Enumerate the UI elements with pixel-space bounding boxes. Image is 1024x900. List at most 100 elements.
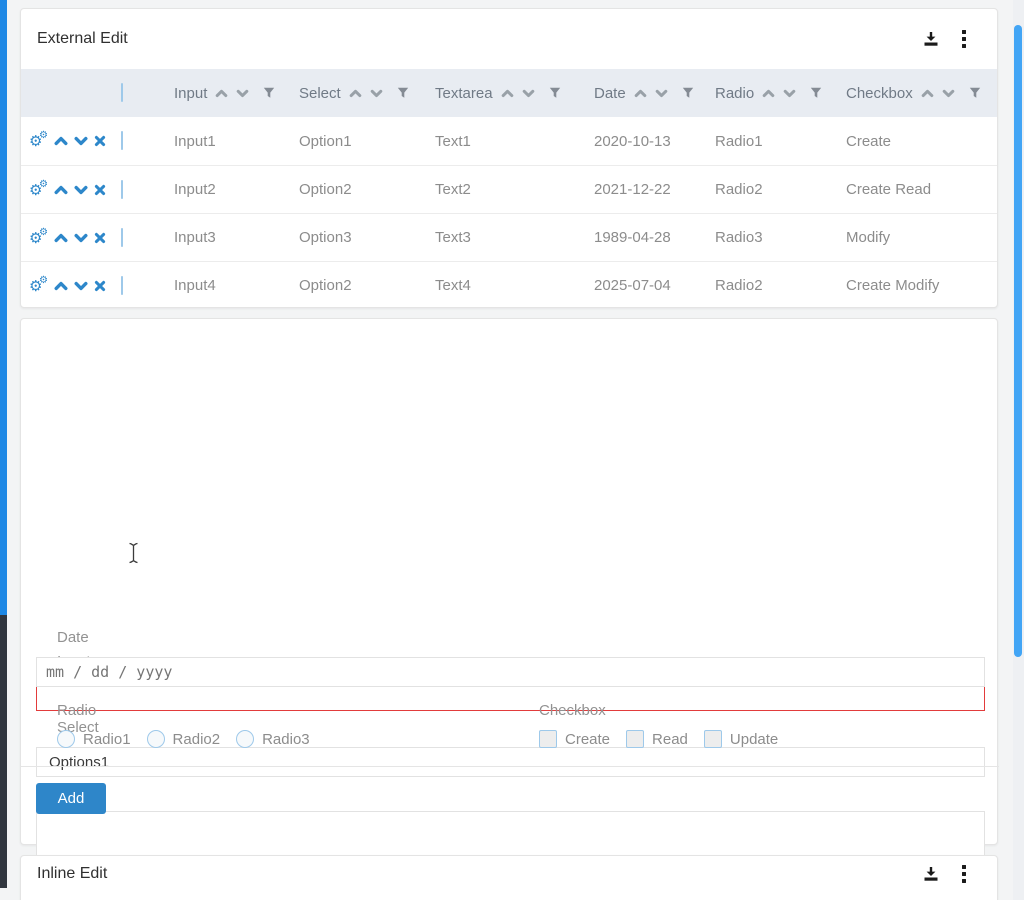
external-edit-header: External Edit	[21, 9, 997, 69]
card-title: External Edit	[37, 30, 128, 48]
cell-radio: Radio3	[715, 229, 846, 246]
filter-icon[interactable]	[263, 87, 275, 99]
cell-date: 1989-04-28	[594, 229, 715, 246]
move-up-icon[interactable]	[54, 280, 68, 292]
row-checkbox[interactable]	[121, 180, 123, 199]
cell-select: Option2	[299, 277, 435, 294]
left-appbar-edge	[0, 0, 7, 615]
delete-x-icon[interactable]	[94, 232, 106, 244]
select-field[interactable]: Options1	[36, 747, 985, 777]
move-up-icon[interactable]	[54, 184, 68, 196]
checkbox-group-label: Checkbox	[539, 702, 606, 719]
select-all-cell	[121, 84, 174, 102]
move-up-icon[interactable]	[54, 135, 68, 147]
move-down-icon[interactable]	[74, 280, 88, 292]
cell-input: Input3	[174, 229, 299, 246]
cell-radio: Radio2	[715, 277, 846, 294]
row-checkbox[interactable]	[121, 228, 123, 247]
kebab-menu-icon[interactable]	[955, 862, 973, 886]
move-down-icon[interactable]	[74, 135, 88, 147]
sort-asc-icon[interactable]	[921, 88, 934, 99]
sort-desc-icon[interactable]	[942, 88, 955, 99]
inline-edit-header: Inline Edit	[21, 856, 997, 900]
sort-desc-icon[interactable]	[783, 88, 796, 99]
card-title: Inline Edit	[37, 865, 107, 883]
cell-radio: Radio2	[715, 181, 846, 198]
cell-input: Input4	[174, 277, 299, 294]
add-button[interactable]: Add	[36, 783, 106, 814]
column-header-checkbox: Checkbox	[846, 85, 999, 102]
cell-select: Option2	[299, 181, 435, 198]
settings-cogs-icon[interactable]: ⚙⚙	[29, 132, 48, 150]
cell-date: 2025-07-04	[594, 277, 715, 294]
cell-textarea: Text4	[435, 277, 594, 294]
filter-icon[interactable]	[810, 87, 822, 99]
cell-checkbox: Create	[846, 133, 999, 150]
sort-asc-icon[interactable]	[501, 88, 514, 99]
radio-radio2[interactable]	[147, 730, 165, 748]
cell-checkbox: Modify	[846, 229, 999, 246]
checkbox-group: Create Read Update	[539, 730, 778, 748]
settings-cogs-icon[interactable]: ⚙⚙	[29, 181, 48, 199]
settings-cogs-icon[interactable]: ⚙⚙	[29, 277, 48, 295]
radio-radio1[interactable]	[57, 730, 75, 748]
cell-date: 2021-12-22	[594, 181, 715, 198]
radio-group-label: Radio	[57, 702, 96, 719]
delete-x-icon[interactable]	[94, 184, 106, 196]
cell-date: 2020-10-13	[594, 133, 715, 150]
select-all-checkbox[interactable]	[121, 83, 123, 102]
cell-checkbox: Create Modify	[846, 277, 999, 294]
checkbox-read[interactable]	[626, 730, 644, 748]
sort-desc-icon[interactable]	[236, 88, 249, 99]
sort-asc-icon[interactable]	[762, 88, 775, 99]
table-body: ⚙⚙ Input1 Option1 Text1 2020-10-13 Radio…	[21, 117, 997, 309]
kebab-menu-icon[interactable]	[955, 27, 973, 51]
filter-icon[interactable]	[682, 87, 694, 99]
row-actions: ⚙⚙	[21, 181, 121, 199]
table-row: ⚙⚙ Input4 Option2 Text4 2025-07-04 Radio…	[21, 261, 997, 309]
cell-select: Option1	[299, 133, 435, 150]
settings-cogs-icon[interactable]: ⚙⚙	[29, 229, 48, 247]
external-edit-card: External Edit Input	[20, 8, 998, 308]
move-down-icon[interactable]	[74, 184, 88, 196]
column-header-textarea: Textarea	[435, 85, 594, 102]
radio-radio3[interactable]	[236, 730, 254, 748]
row-checkbox[interactable]	[121, 131, 123, 150]
sort-asc-icon[interactable]	[349, 88, 362, 99]
filter-icon[interactable]	[397, 87, 409, 99]
download-icon[interactable]	[919, 862, 943, 886]
filter-icon[interactable]	[969, 87, 981, 99]
column-header-select: Select	[299, 85, 435, 102]
cell-input: Input1	[174, 133, 299, 150]
checkbox-create[interactable]	[539, 730, 557, 748]
sort-asc-icon[interactable]	[215, 88, 228, 99]
scrollbar-thumb[interactable]	[1014, 25, 1022, 657]
sort-desc-icon[interactable]	[370, 88, 383, 99]
inline-edit-card: Inline Edit	[20, 855, 998, 900]
cell-input: Input2	[174, 181, 299, 198]
row-checkbox[interactable]	[121, 276, 123, 295]
table-row: ⚙⚙ Input2 Option2 Text2 2021-12-22 Radio…	[21, 165, 997, 213]
move-up-icon[interactable]	[54, 232, 68, 244]
column-header-input: Input	[174, 85, 299, 102]
scrollbar-track[interactable]	[1013, 0, 1024, 900]
radio-group: Radio1 Radio2 Radio3	[57, 730, 310, 748]
filter-icon[interactable]	[549, 87, 561, 99]
data-table: Input Select Textarea Date	[21, 69, 997, 309]
date-field-label: Date	[57, 629, 89, 646]
sort-desc-icon[interactable]	[655, 88, 668, 99]
cell-radio: Radio1	[715, 133, 846, 150]
checkbox-update[interactable]	[704, 730, 722, 748]
download-icon[interactable]	[919, 27, 943, 51]
date-field[interactable]: mm / dd / yyyy	[36, 657, 985, 687]
move-down-icon[interactable]	[74, 232, 88, 244]
text-cursor	[127, 542, 140, 569]
sort-asc-icon[interactable]	[634, 88, 647, 99]
row-actions: ⚙⚙	[21, 277, 121, 295]
cell-checkbox: Create Read	[846, 181, 999, 198]
sort-desc-icon[interactable]	[522, 88, 535, 99]
cell-textarea: Text3	[435, 229, 594, 246]
delete-x-icon[interactable]	[94, 280, 106, 292]
cell-textarea: Text2	[435, 181, 594, 198]
delete-x-icon[interactable]	[94, 135, 106, 147]
